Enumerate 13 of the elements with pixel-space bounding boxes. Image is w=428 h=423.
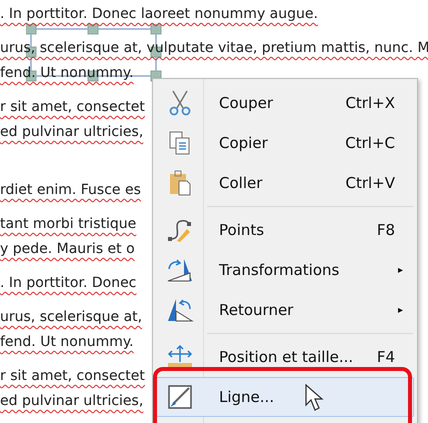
document-text-line: urus, scelerisque at,: [0, 308, 142, 327]
document-text-line: . In porttitor. Donec: [0, 274, 136, 293]
document-text-line: . In porttitor. Donec laoreet nonummy augue.: [0, 5, 318, 24]
document-text-line: fend. Ut nonummy.: [0, 64, 134, 83]
document-text-line: ed pulvinar ultricies,: [0, 392, 144, 411]
document-text-line: rdiet enim. Fusce es: [0, 181, 141, 200]
document-text-line: r sit amet, consectet: [0, 367, 145, 386]
document-text-line: r sit amet, consectet: [0, 98, 145, 117]
document-text-line: urus, scelerisque at, vulputate vitae, pretium mattis, nunc. M: [0, 39, 428, 58]
document-text-line: y pede. Mauris et o: [0, 240, 135, 259]
document-text-line: ed pulvinar ultricies,: [0, 123, 144, 142]
document-text-line: fend. Ut nonummy.: [0, 333, 134, 352]
document-text-line: tant morbi tristique: [0, 215, 136, 234]
